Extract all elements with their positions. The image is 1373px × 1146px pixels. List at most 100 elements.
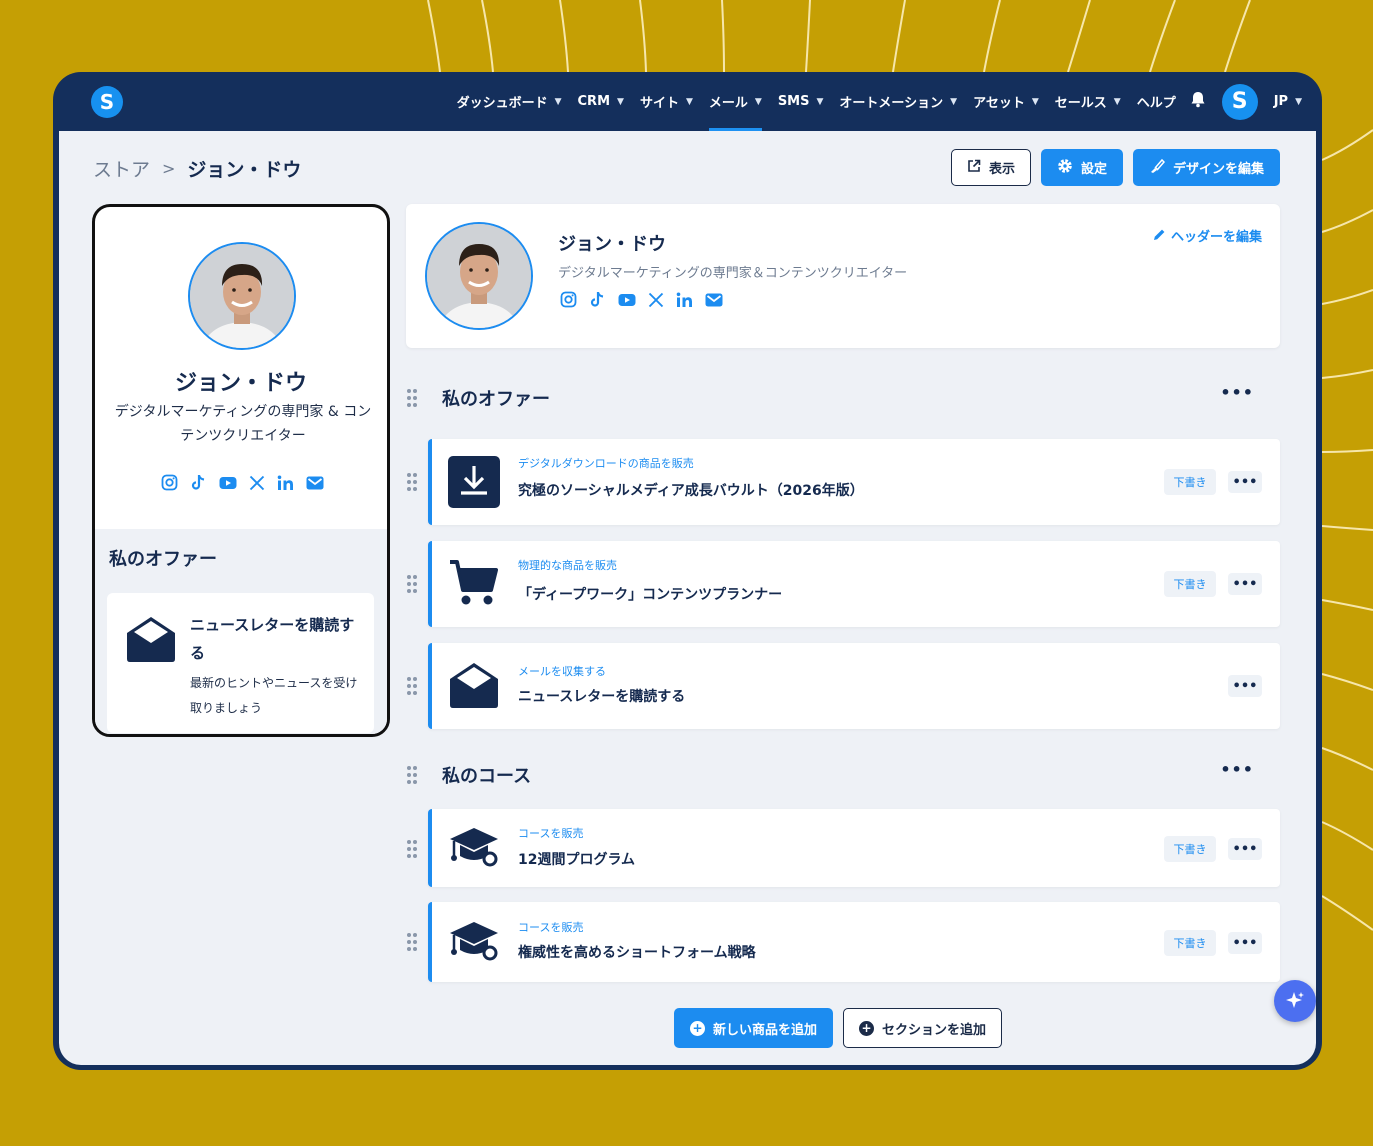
chevron-down-icon: ▼ <box>685 96 693 107</box>
offer-title: ニュースレターを購読する <box>518 689 686 705</box>
profile-description: デジタルマーケティングの専門家＆コンテンツクリエイター <box>558 266 908 281</box>
x-icon[interactable] <box>247 473 266 492</box>
avatar <box>425 222 533 334</box>
list-item: コースを販売 12週間プログラム 下書き ••• <box>406 809 1280 887</box>
section-more-button[interactable]: ••• <box>1220 760 1254 779</box>
offers-section-title: 私のオファー <box>442 389 550 410</box>
draft-badge: 下書き <box>1164 571 1216 597</box>
gear-icon <box>1057 158 1073 178</box>
sparkle-icon[interactable] <box>1274 980 1316 1022</box>
linkedin-icon[interactable] <box>675 290 694 309</box>
course-card[interactable]: コースを販売 権威性を高めるショートフォーム戦略 下書き ••• <box>428 902 1280 982</box>
list-item: 物理的な商品を販売 「ディープワーク」コンテンツプランナー 下書き ••• <box>406 541 1280 627</box>
chevron-down-icon: ▼ <box>1031 96 1039 107</box>
chevron-down-icon: ▼ <box>617 96 624 107</box>
paint-brush-icon <box>1149 158 1166 178</box>
graduation-cap-icon <box>448 826 500 872</box>
offer-card[interactable]: 物理的な商品を販売 「ディープワーク」コンテンツプランナー 下書き ••• <box>428 541 1280 627</box>
preview-card-description: 最新のヒントやニュースを受け取りましょう <box>190 676 358 715</box>
tiktok-icon[interactable] <box>588 290 607 309</box>
settings-button[interactable]: 設定 <box>1040 149 1123 186</box>
offer-card[interactable]: デジタルダウンロードの商品を販売 究極のソーシャルメディア成長バウルト（2026… <box>428 439 1280 525</box>
nav-automation[interactable]: オートメーション ▼ <box>839 72 957 131</box>
offer-card[interactable]: メールを収集する ニュースレターを購読する ••• <box>428 643 1280 729</box>
tiktok-icon[interactable] <box>189 473 208 492</box>
graduation-cap-icon <box>448 920 500 966</box>
drag-handle-icon[interactable] <box>406 574 418 598</box>
x-icon[interactable] <box>646 290 665 309</box>
section-more-button[interactable]: ••• <box>1220 383 1254 402</box>
instagram-icon[interactable] <box>160 473 179 492</box>
mail-icon[interactable] <box>704 290 723 309</box>
bell-icon[interactable] <box>1190 91 1206 112</box>
linkedin-icon[interactable] <box>276 473 295 492</box>
cart-icon <box>448 558 500 612</box>
course-card[interactable]: コースを販売 12週間プログラム 下書き ••• <box>428 809 1280 887</box>
preview-social-links <box>155 473 329 492</box>
drag-handle-icon[interactable] <box>406 932 418 956</box>
app-window: S ダッシュボード ▼ CRM ▼ サイト ▼ メール ▼ SMS ▼ オートメーション ▼… <box>53 72 1322 1070</box>
drag-handle-icon[interactable] <box>406 839 418 863</box>
item-more-button[interactable]: ••• <box>1228 573 1262 595</box>
item-more-button[interactable]: ••• <box>1228 838 1262 860</box>
page-actions: 表示 設定 デザインを編集 <box>941 149 1280 186</box>
main-content: ストア > ジョン・ドウ 表示 設定 デザインを編集 ジョン・ドウ デジタルマー… <box>59 131 1316 1065</box>
user-avatar[interactable]: S <box>1221 83 1258 120</box>
edit-header-link[interactable]: ヘッダーを編集 <box>1153 226 1262 245</box>
add-section-button[interactable]: + セクションを追加 <box>843 1008 1003 1048</box>
pencil-icon <box>1153 229 1166 245</box>
envelope-icon <box>125 615 177 667</box>
offer-type-label: 物理的な商品を販売 <box>518 559 617 572</box>
nav-dashboard[interactable]: ダッシュボード ▼ <box>457 72 562 131</box>
chevron-down-icon: ▼ <box>754 96 762 107</box>
external-link-icon <box>967 159 981 177</box>
profile-name: ジョン・ドウ <box>558 234 666 255</box>
edit-design-button[interactable]: デザインを編集 <box>1132 149 1280 186</box>
main-nav: ダッシュボード ▼ CRM ▼ サイト ▼ メール ▼ SMS ▼ オートメーション ▼ ア… <box>441 72 1302 131</box>
draft-badge: 下書き <box>1164 930 1216 956</box>
draft-badge: 下書き <box>1164 469 1216 495</box>
nav-sales[interactable]: セールス ▼ <box>1055 72 1121 131</box>
drag-handle-icon[interactable] <box>406 388 418 412</box>
item-more-button[interactable]: ••• <box>1228 932 1262 954</box>
preview-profile-name: ジョン・ドウ <box>174 371 307 396</box>
plus-icon: + <box>859 1020 875 1036</box>
item-more-button[interactable]: ••• <box>1228 675 1262 697</box>
drag-handle-icon[interactable] <box>406 765 418 789</box>
drag-handle-icon[interactable] <box>406 472 418 496</box>
nav-email[interactable]: メール ▼ <box>708 72 762 131</box>
language-selector[interactable]: JP ▼ <box>1274 72 1302 131</box>
offer-title: 「ディープワーク」コンテンツプランナー <box>518 587 783 603</box>
preview-card-title: ニュースレターを購読する <box>190 616 355 662</box>
draft-badge: 下書き <box>1164 836 1216 862</box>
view-button[interactable]: 表示 <box>950 149 1031 186</box>
drag-handle-icon[interactable] <box>406 676 418 700</box>
course-title: 12週間プログラム <box>518 852 636 868</box>
mail-icon[interactable] <box>305 473 324 492</box>
preview-newsletter-card[interactable]: ニュースレターを購読する 最新のヒントやニュースを受け取りましょう <box>107 593 374 733</box>
youtube-icon[interactable] <box>617 290 636 309</box>
nav-sites[interactable]: サイト ▼ <box>640 72 693 131</box>
course-title: 権威性を高めるショートフォーム戦略 <box>518 945 756 961</box>
list-item: コースを販売 権威性を高めるショートフォーム戦略 下書き ••• <box>406 902 1280 982</box>
breadcrumb-current: ジョン・ドウ <box>187 159 302 181</box>
preview-offers-title: 私のオファー <box>109 549 217 570</box>
item-more-button[interactable]: ••• <box>1228 471 1262 493</box>
nav-help[interactable]: ヘルプ <box>1137 72 1176 131</box>
nav-sms[interactable]: SMS ▼ <box>778 72 824 131</box>
offer-title: 究極のソーシャルメディア成長バウルト（2026年版） <box>518 483 864 499</box>
instagram-icon[interactable] <box>559 290 578 309</box>
chevron-down-icon: ▼ <box>950 96 958 107</box>
list-item: デジタルダウンロードの商品を販売 究極のソーシャルメディア成長バウルト（2026… <box>406 439 1280 525</box>
offer-type-label: デジタルダウンロードの商品を販売 <box>518 457 694 470</box>
nav-assets[interactable]: アセット ▼ <box>973 72 1039 131</box>
course-type-label: コースを販売 <box>518 921 584 934</box>
youtube-icon[interactable] <box>218 473 237 492</box>
nav-crm[interactable]: CRM ▼ <box>578 72 624 131</box>
breadcrumb-store-link[interactable]: ストア <box>93 155 150 182</box>
brand-logo[interactable]: S <box>91 86 123 118</box>
list-item: メールを収集する ニュースレターを購読する ••• <box>406 643 1280 729</box>
offers-section-header: 私のオファー ••• <box>406 383 1280 413</box>
add-product-button[interactable]: + 新しい商品を追加 <box>674 1008 834 1048</box>
preview-profile-description: デジタルマーケティングの専門家 & コンテンツクリエイター <box>114 404 372 444</box>
